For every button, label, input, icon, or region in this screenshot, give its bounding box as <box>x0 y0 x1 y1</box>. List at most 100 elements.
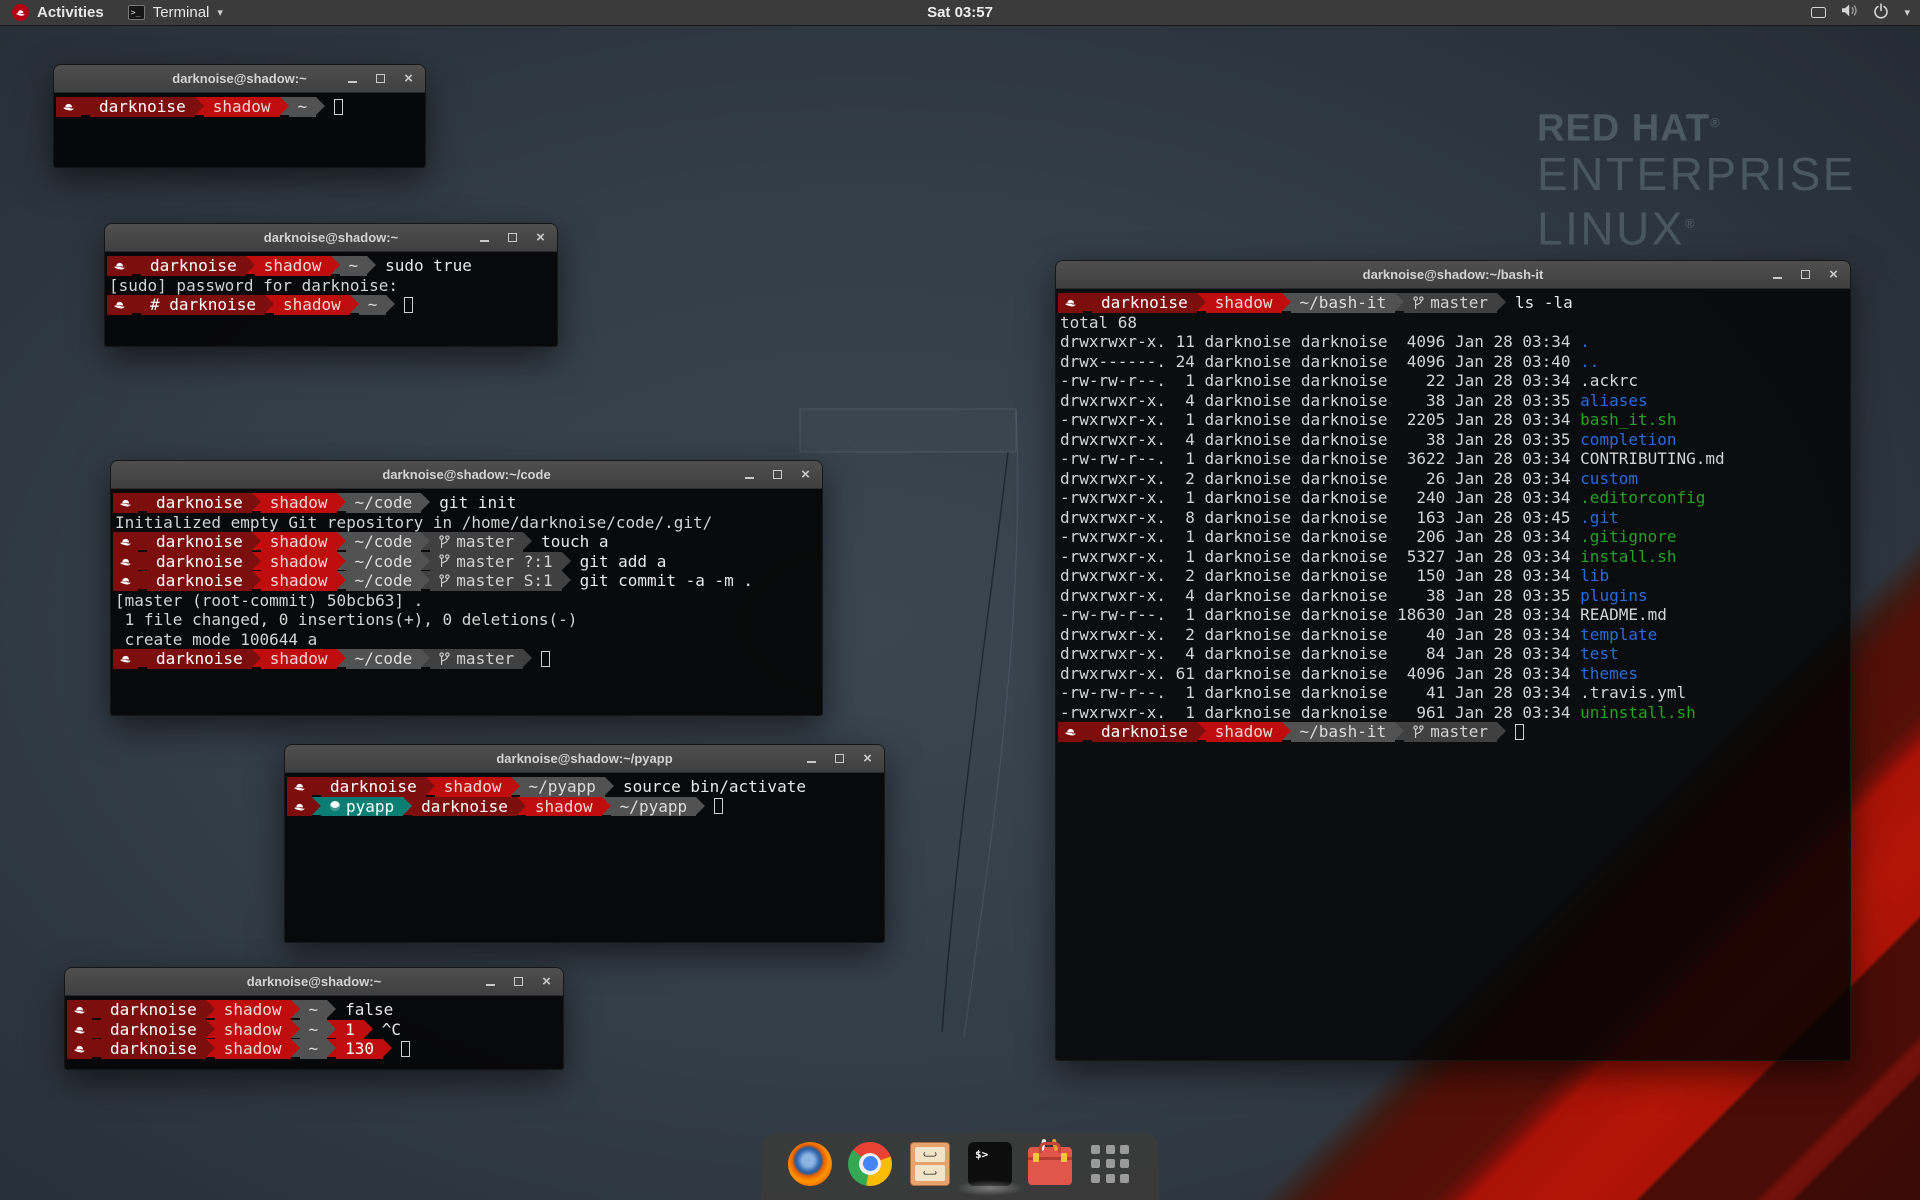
output-text: drwxrwxr-x. 2 darknoise darknoise 26 Jan… <box>1058 469 1580 489</box>
prompt-path-segment: ~/code <box>346 532 422 552</box>
terminal-content[interactable]: darknoiseshadow~ <box>54 93 425 167</box>
powerline-arrow-icon <box>252 552 261 570</box>
dock-firefox-launcher[interactable] <box>787 1141 833 1187</box>
close-button[interactable]: × <box>532 229 549 246</box>
maximize-button[interactable] <box>831 750 848 767</box>
powerline-arrow-icon <box>206 1000 215 1018</box>
chevron-down-icon[interactable]: ▾ <box>1904 6 1910 19</box>
dock-files-launcher[interactable] <box>907 1141 953 1187</box>
prompt-path-segment: ~ <box>289 97 317 117</box>
powerline-arrow-icon <box>1197 293 1206 311</box>
powerline-arrow-icon <box>1083 293 1092 311</box>
powerline-arrow-icon <box>523 532 532 550</box>
prompt-hat-segment <box>113 532 138 552</box>
dock-chrome-launcher[interactable] <box>847 1141 893 1187</box>
dock-toolbox-launcher[interactable] <box>1027 1141 1073 1187</box>
powerline-arrow-icon <box>602 797 611 815</box>
power-icon[interactable] <box>1873 3 1889 23</box>
terminal-content[interactable]: darknoiseshadow~/pyappsource bin/activat… <box>285 773 884 942</box>
maximize-button[interactable] <box>504 229 521 246</box>
minimize-button[interactable] <box>803 750 820 767</box>
prompt-path-segment: ~/pyapp <box>520 777 605 797</box>
volume-icon[interactable] <box>1841 3 1858 22</box>
output-text: drwxrwxr-x. 11 darknoise darknoise 4096 … <box>1058 332 1580 352</box>
powerline-arrow-icon <box>421 532 430 550</box>
powerline-arrow-icon <box>1083 722 1092 740</box>
powerline-arrow-icon <box>562 571 571 589</box>
powerline-arrow-icon <box>517 797 526 815</box>
terminal-content[interactable]: darknoiseshadow~/codegit initInitialized… <box>111 489 822 715</box>
minimize-button[interactable] <box>1769 266 1786 283</box>
powerline-arrow-icon <box>403 797 412 815</box>
terminal-content[interactable]: darknoiseshadow~/bash-itmasterls -latota… <box>1056 289 1850 1060</box>
maximize-button[interactable] <box>372 70 389 87</box>
maximize-button[interactable] <box>510 973 527 990</box>
minimize-button[interactable] <box>344 70 361 87</box>
terminal-content[interactable]: darknoiseshadow~falsedarknoiseshadow~1^C… <box>65 996 563 1069</box>
terminal-line: pyappdarknoiseshadow~/pyapp <box>287 797 882 817</box>
window-title: darknoise@shadow:~/bash-it <box>1363 267 1544 282</box>
terminal-window-home-2: darknoise@shadow:~ × darknoiseshadow~fal… <box>64 967 564 1070</box>
output-text: -rw-rw-r--. 1 darknoise darknoise 22 Jan… <box>1058 371 1580 391</box>
titlebar[interactable]: darknoise@shadow:~ × <box>65 968 563 996</box>
prompt-hat-segment <box>67 1020 92 1040</box>
redhat-prompt-icon <box>62 101 75 112</box>
window-title: darknoise@shadow:~ <box>247 974 381 989</box>
minimize-button[interactable] <box>482 973 499 990</box>
command-text: ^C <box>373 1020 401 1040</box>
close-button[interactable]: × <box>400 70 417 87</box>
redhat-prompt-icon <box>119 575 132 586</box>
titlebar[interactable]: darknoise@shadow:~ × <box>105 224 557 252</box>
dock-terminal-launcher[interactable]: $> <box>967 1141 1013 1187</box>
powerline-arrow-icon <box>92 1020 101 1038</box>
prompt-user-segment: darknoise <box>101 1000 206 1020</box>
titlebar[interactable]: darknoise@shadow:~/code × <box>111 461 822 489</box>
minimize-button[interactable] <box>476 229 493 246</box>
powerline-arrow-icon <box>562 552 571 570</box>
app-menu-terminal[interactable]: >_ Terminal ▾ <box>116 0 235 25</box>
prompt-user-segment: darknoise <box>147 552 252 572</box>
close-button[interactable]: × <box>1825 266 1842 283</box>
activities-button[interactable]: Activities <box>0 0 116 25</box>
terminal-line: darknoiseshadow~/bash-itmaster <box>1058 722 1848 742</box>
maximize-button[interactable] <box>769 466 786 483</box>
prompt-user-segment: darknoise <box>147 571 252 591</box>
window-indicator-icon[interactable] <box>1811 7 1826 18</box>
prompt-user-segment: darknoise <box>147 649 252 669</box>
terminal-line: darknoiseshadow~130 <box>67 1039 561 1059</box>
titlebar[interactable]: darknoise@shadow:~ × <box>54 65 425 93</box>
minimize-button[interactable] <box>741 466 758 483</box>
prompt-hat-segment <box>56 97 81 117</box>
terminal-content[interactable]: darknoiseshadow~sudo true[sudo] password… <box>105 252 557 346</box>
powerline-arrow-icon <box>1395 722 1404 740</box>
powerline-arrow-icon <box>421 493 430 511</box>
dock-app-grid-button[interactable] <box>1087 1141 1133 1187</box>
close-button[interactable]: × <box>797 466 814 483</box>
redhat-prompt-icon <box>119 536 132 547</box>
terminal-line: drwxrwxr-x. 8 darknoise darknoise 163 Ja… <box>1058 508 1848 528</box>
prompt-host-segment: shadow <box>255 256 331 276</box>
close-button[interactable]: × <box>538 973 555 990</box>
terminal-line: -rwxrwxr-x. 1 darknoise darknoise 961 Ja… <box>1058 703 1848 723</box>
titlebar[interactable]: darknoise@shadow:~/pyapp × <box>285 745 884 773</box>
terminal-line: drwxrwxr-x. 11 darknoise darknoise 4096 … <box>1058 332 1848 352</box>
prompt-host-segment: shadow <box>215 1020 291 1040</box>
file-name: lib <box>1580 566 1609 586</box>
prompt-hat-segment <box>287 797 312 817</box>
prompt-path-segment: ~ <box>340 256 368 276</box>
close-button[interactable]: × <box>859 750 876 767</box>
titlebar[interactable]: darknoise@shadow:~/bash-it × <box>1056 261 1850 289</box>
terminal-cursor <box>404 297 413 313</box>
command-text: false <box>336 1000 393 1020</box>
powerline-arrow-icon <box>291 1020 300 1038</box>
maximize-button[interactable] <box>1797 266 1814 283</box>
terminal-line: -rw-rw-r--. 1 darknoise darknoise 41 Jan… <box>1058 683 1848 703</box>
file-name: bash_it.sh <box>1580 410 1676 430</box>
git-branch-icon <box>439 535 450 549</box>
clock[interactable]: Sat 03:57 <box>917 0 1003 25</box>
powerline-arrow-icon <box>1497 293 1506 311</box>
output-text: -rwxrwxr-x. 1 darknoise darknoise 961 Ja… <box>1058 703 1580 723</box>
powerline-arrow-icon <box>523 649 532 667</box>
output-text: -rw-rw-r--. 1 darknoise darknoise 41 Jan… <box>1058 683 1580 703</box>
rhel-logo: RED HAT® ENTERPRISE LINUX® <box>1537 102 1856 253</box>
